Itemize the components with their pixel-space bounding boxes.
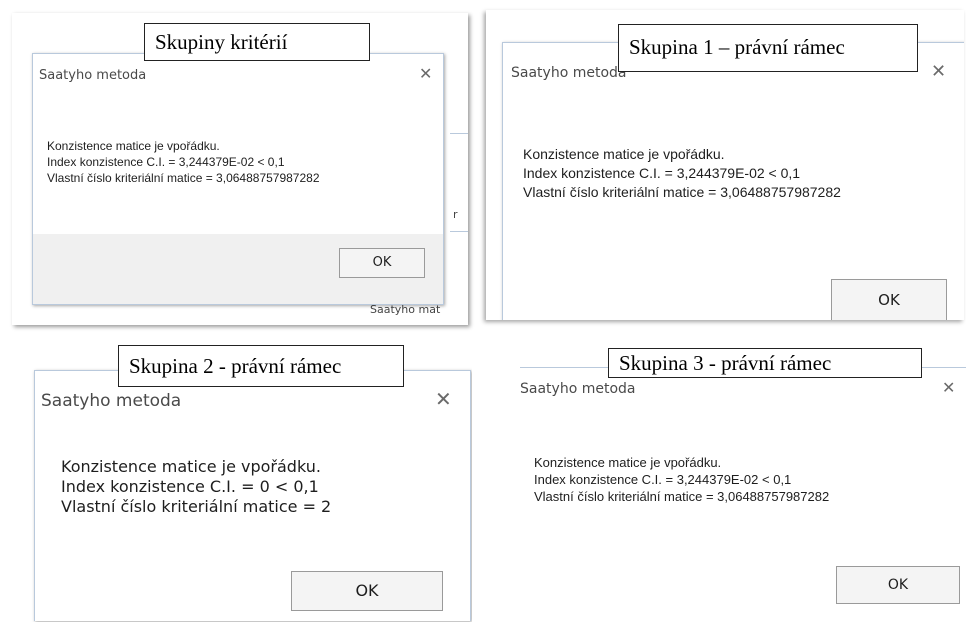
ok-button[interactable]: OK — [291, 571, 443, 611]
ok-button[interactable]: OK — [831, 279, 947, 320]
background-divider — [450, 231, 468, 232]
dialog-message: Konzistence matice je vpořádku. Index ko… — [47, 138, 320, 186]
screenshot-panel-4: Saatyho metoda ✕ Konzistence matice je v… — [516, 348, 966, 622]
message-line: Index konzistence C.I. = 0 < 0,1 — [61, 477, 319, 496]
message-line: Vlastní číslo kriteriální matice = 3,064… — [523, 184, 841, 200]
message-line: Vlastní číslo kriteriální matice = 3,064… — [534, 489, 830, 504]
saaty-dialog: Saatyho metoda ✕ Konzistence matice je v… — [502, 42, 964, 320]
dialog-message: Konzistence matice je vpořádku. Index ko… — [523, 145, 841, 202]
close-icon[interactable]: ✕ — [942, 380, 955, 396]
panel-caption: Skupina 3 - právní rámec — [608, 348, 922, 378]
screenshot-panel-2: Saatyho metoda ✕ Konzistence matice je v… — [486, 10, 964, 320]
ok-button[interactable]: OK — [836, 566, 960, 604]
close-icon[interactable]: ✕ — [931, 63, 946, 81]
ok-button[interactable]: OK — [339, 248, 425, 278]
message-line: Index konzistence C.I. = 3,244379E-02 < … — [523, 165, 801, 181]
message-line: Konzistence matice je vpořádku. — [47, 139, 220, 153]
screenshot-panel-3: Saatyho metoda ✕ Konzistence matice je v… — [12, 345, 472, 622]
saaty-dialog: Saatyho metoda ✕ Konzistence matice je v… — [520, 367, 966, 622]
dialog-message: Konzistence matice je vpořádku. Index ko… — [61, 457, 331, 517]
dialog-title: Saatyho metoda — [39, 68, 147, 83]
saaty-dialog: Saatyho metoda ✕ Konzistence matice je v… — [34, 370, 471, 621]
dialog-title: Saatyho metoda — [520, 381, 636, 397]
saaty-dialog: Saatyho metoda ✕ Konzistence matice je v… — [32, 53, 444, 305]
panel-caption: Skupina 2 - právní rámec — [118, 345, 404, 387]
message-line: Index konzistence C.I. = 3,244379E-02 < … — [47, 155, 285, 169]
panel-caption: Skupiny kritérií — [144, 23, 370, 61]
message-line: Konzistence matice je vpořádku. — [534, 455, 722, 470]
message-line: Vlastní číslo kriteriální matice = 2 — [61, 497, 332, 516]
close-icon[interactable]: ✕ — [419, 66, 432, 82]
panel-caption: Skupina 1 – právní rámec — [618, 24, 918, 72]
background-text-fragment: r — [453, 208, 458, 221]
screenshot-panel-1: r Saatyho mat Saatyho metoda ✕ Konzisten… — [12, 13, 468, 325]
background-divider — [450, 133, 468, 134]
message-line: Vlastní číslo kriteriální matice = 3,064… — [47, 171, 320, 185]
message-line: Index konzistence C.I. = 3,244379E-02 < … — [534, 472, 792, 487]
dialog-title: Saatyho metoda — [511, 65, 627, 81]
close-icon[interactable]: ✕ — [435, 389, 452, 409]
dialog-title: Saatyho metoda — [41, 391, 182, 411]
dialog-message: Konzistence matice je vpořádku. Index ko… — [534, 454, 829, 505]
message-line: Konzistence matice je vpořádku. — [61, 457, 321, 476]
message-line: Konzistence matice je vpořádku. — [523, 146, 725, 162]
